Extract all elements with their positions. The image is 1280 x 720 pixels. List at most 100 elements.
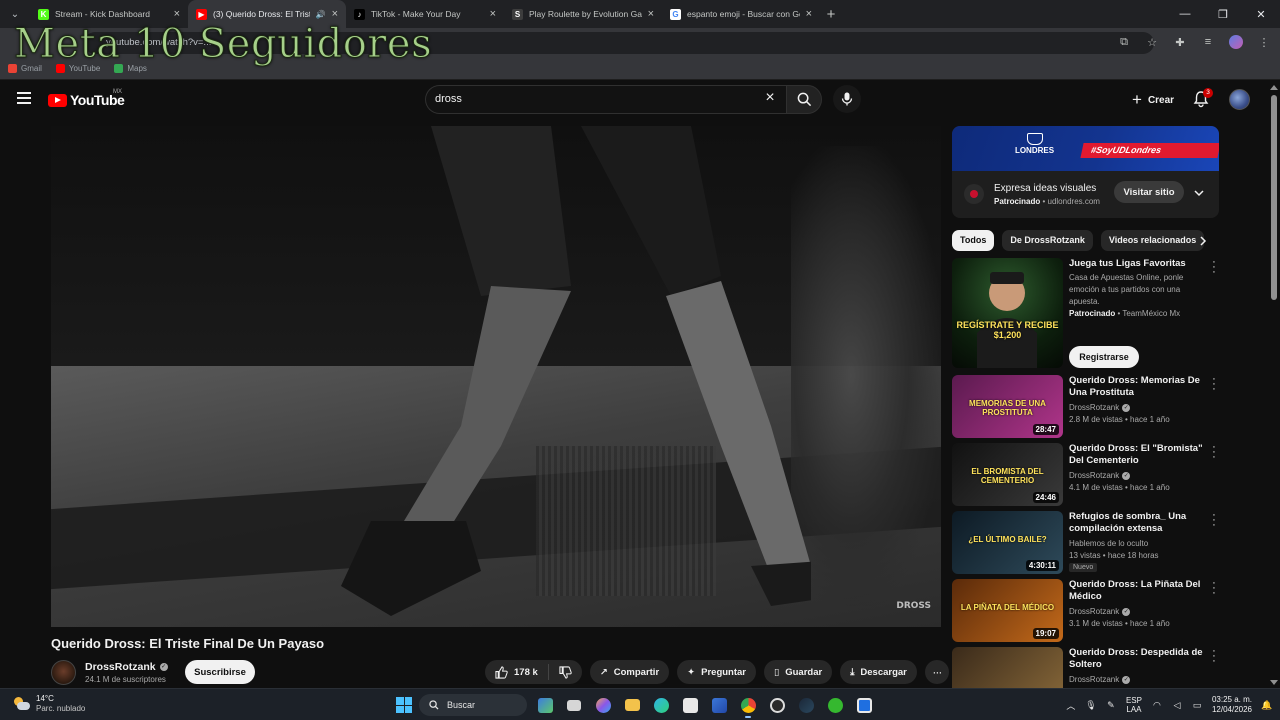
browser-menu-icon[interactable]: ⋮ <box>1256 33 1272 51</box>
sponsored-ad-card[interactable]: LONDRES #SoyUDLondres Expresa ideas visu… <box>952 126 1219 218</box>
maximize-button[interactable]: ❐ <box>1204 0 1242 28</box>
xbox-icon[interactable] <box>824 694 846 716</box>
reading-list-icon[interactable]: ≡ <box>1200 33 1216 51</box>
create-button[interactable]: + Crear <box>1124 89 1182 111</box>
promo-title[interactable]: Juega tus Ligas Favoritas <box>1069 258 1209 270</box>
browser-tab[interactable]: Gespanto emoji - Buscar con Go × <box>662 0 820 28</box>
windows-start-icon[interactable] <box>396 697 412 713</box>
search-button[interactable] <box>786 85 822 114</box>
video-player[interactable]: DROSS <box>51 126 941 627</box>
video-thumbnail[interactable]: MEMORIAS DE UNA PROSTITUTA 28:47 <box>952 375 1063 438</box>
account-avatar[interactable] <box>1229 89 1250 110</box>
menu-icon[interactable] <box>17 92 31 104</box>
video-channel[interactable]: DrossRotzank ✓ <box>1069 403 1131 412</box>
channel-name-link[interactable]: DrossRotzank ✓ <box>85 661 168 673</box>
profile-avatar[interactable] <box>1228 33 1244 51</box>
share-button[interactable]: ↗ Compartir <box>589 660 670 684</box>
pen-icon[interactable]: ✎ <box>1106 700 1116 710</box>
more-actions-button[interactable]: ··· <box>924 660 949 684</box>
register-button[interactable]: Registrarse <box>1069 346 1139 368</box>
app-window-icon[interactable] <box>853 694 875 716</box>
page-scrollbar[interactable] <box>1268 81 1280 688</box>
video-menu-icon[interactable]: · · · <box>1210 578 1218 599</box>
chevron-up-icon[interactable]: ︿ <box>1066 700 1076 711</box>
notification-center-icon[interactable]: 🔔 <box>1261 700 1272 710</box>
video-title-link[interactable]: Querido Dross: El "Bromista" Del Cemente… <box>1069 443 1209 467</box>
chrome-icon[interactable] <box>737 694 759 718</box>
video-title-link[interactable]: Querido Dross: Memorias De Una Prostitut… <box>1069 375 1209 399</box>
task-view-icon[interactable] <box>563 694 585 716</box>
promo-menu-icon[interactable]: · · · <box>1210 257 1218 278</box>
video-channel[interactable]: DrossRotzank ✓ <box>1069 607 1131 616</box>
video-thumbnail[interactable]: EL BROMISTA DEL CEMENTERIO 24:46 <box>952 443 1063 506</box>
download-button[interactable]: ⤓ Descargar <box>840 660 917 684</box>
video-title-link[interactable]: Querido Dross: La Piñata Del Médico <box>1069 579 1209 603</box>
video-channel[interactable]: DrossRotzank ✓ <box>1069 471 1131 480</box>
tab-close-icon[interactable]: × <box>332 8 338 20</box>
new-tab-button[interactable]: + <box>820 6 842 23</box>
video-thumbnail[interactable]: LA PIÑATA DEL MÉDICO 19:07 <box>952 579 1063 642</box>
cast-icon[interactable]: ⧉ <box>1116 33 1132 51</box>
filter-chip[interactable]: Todos <box>952 230 995 251</box>
weather-widget[interactable]: 14°C Parc. nublado <box>12 694 85 714</box>
tab-audio-icon[interactable]: 🔊 <box>316 10 326 19</box>
clear-search-icon[interactable]: × <box>763 90 777 106</box>
video-channel[interactable]: Hablemos de lo oculto <box>1069 539 1148 548</box>
ad-banner-image[interactable]: LONDRES #SoyUDLondres <box>952 126 1219 171</box>
video-menu-icon[interactable]: · · · <box>1210 510 1218 531</box>
battery-icon[interactable]: ▭ <box>1192 700 1202 710</box>
subscribe-button[interactable]: Suscribirse <box>185 660 255 684</box>
extensions-icon[interactable]: ✚ <box>1172 33 1188 51</box>
steam-icon[interactable] <box>795 694 817 716</box>
bookmark-star-icon[interactable]: ☆ <box>1144 33 1160 51</box>
recommended-video[interactable]: ¿EL ÚLTIMO BAILE? 4:30:11 Refugios de somb… <box>952 510 1222 579</box>
tab-close-icon[interactable]: × <box>648 8 654 20</box>
video-menu-icon[interactable]: · · · <box>1210 374 1218 395</box>
video-channel[interactable]: DrossRotzank ✓ <box>1069 675 1131 684</box>
store-icon[interactable] <box>679 694 701 716</box>
language-indicator[interactable]: ESP LAA <box>1126 696 1142 714</box>
channel-avatar[interactable] <box>51 660 76 685</box>
ask-button[interactable]: ✦ Preguntar <box>677 660 756 684</box>
video-menu-icon[interactable]: · · · <box>1210 442 1218 463</box>
promoted-item[interactable]: REGÍSTRATE Y RECIBE $1,200 Juega tus Lig… <box>952 257 1222 375</box>
mail-app-icon[interactable] <box>708 694 730 716</box>
tab-close-icon[interactable]: × <box>174 8 180 20</box>
browser-tab[interactable]: S Play Roulette by Evolution Gam × <box>504 0 662 28</box>
volume-icon[interactable]: ◁ <box>1172 700 1182 710</box>
voice-search-button[interactable] <box>833 85 861 113</box>
dislike-button[interactable] <box>549 665 582 679</box>
recommended-video[interactable]: MEMORIAS DE UNA PROSTITUTA 28:47 Querido D… <box>952 374 1222 443</box>
scroll-up-icon[interactable] <box>1270 85 1278 90</box>
tab-close-icon[interactable]: × <box>806 8 812 20</box>
scrollbar-thumb[interactable] <box>1271 95 1277 300</box>
filter-chip[interactable]: De DrossRotzank <box>1002 230 1093 251</box>
video-menu-icon[interactable]: · · · <box>1210 646 1218 667</box>
chevron-down-icon[interactable] <box>1192 186 1206 200</box>
promo-thumbnail[interactable]: REGÍSTRATE Y RECIBE $1,200 <box>952 258 1063 368</box>
file-explorer-icon[interactable] <box>621 694 643 716</box>
like-button[interactable]: 178 k <box>485 664 549 680</box>
taskbar-search[interactable]: Buscar <box>419 694 527 716</box>
clock[interactable]: 03:25 a. m. 12/04/2026 <box>1212 695 1252 715</box>
save-button[interactable]: ▯ Guardar <box>764 660 833 684</box>
video-title-link[interactable]: Refugios de sombra_ Una compilación exte… <box>1069 511 1209 535</box>
wifi-icon[interactable]: ◠ <box>1152 700 1162 710</box>
tab-close-icon[interactable]: × <box>490 8 496 20</box>
scroll-down-icon[interactable] <box>1270 680 1278 685</box>
copilot-icon[interactable] <box>592 694 614 716</box>
obs-icon[interactable] <box>766 694 788 716</box>
close-window-button[interactable]: ✕ <box>1242 0 1280 28</box>
minimize-button[interactable]: — <box>1166 0 1204 28</box>
microphone-icon[interactable]: 🎙 <box>1085 700 1096 710</box>
recommended-video[interactable]: EL BROMISTA DEL CEMENTERIO 24:46 Querido D… <box>952 442 1222 511</box>
filter-chip[interactable]: Videos relacionados <box>1100 230 1205 251</box>
edge-browser-icon[interactable] <box>650 694 672 716</box>
video-title-link[interactable]: Querido Dross: Despedida de Soltero <box>1069 647 1209 671</box>
video-thumbnail[interactable]: ¿EL ÚLTIMO BAILE? 4:30:11 <box>952 511 1063 574</box>
chevron-right-icon[interactable] <box>1196 234 1210 248</box>
recommended-video[interactable]: LA PIÑATA DEL MÉDICO 19:07 Querido Dross: … <box>952 578 1222 647</box>
visit-site-button[interactable]: Visitar sitio <box>1114 181 1184 203</box>
widgets-app-icon[interactable] <box>534 694 556 716</box>
search-input[interactable]: dross <box>425 85 787 114</box>
